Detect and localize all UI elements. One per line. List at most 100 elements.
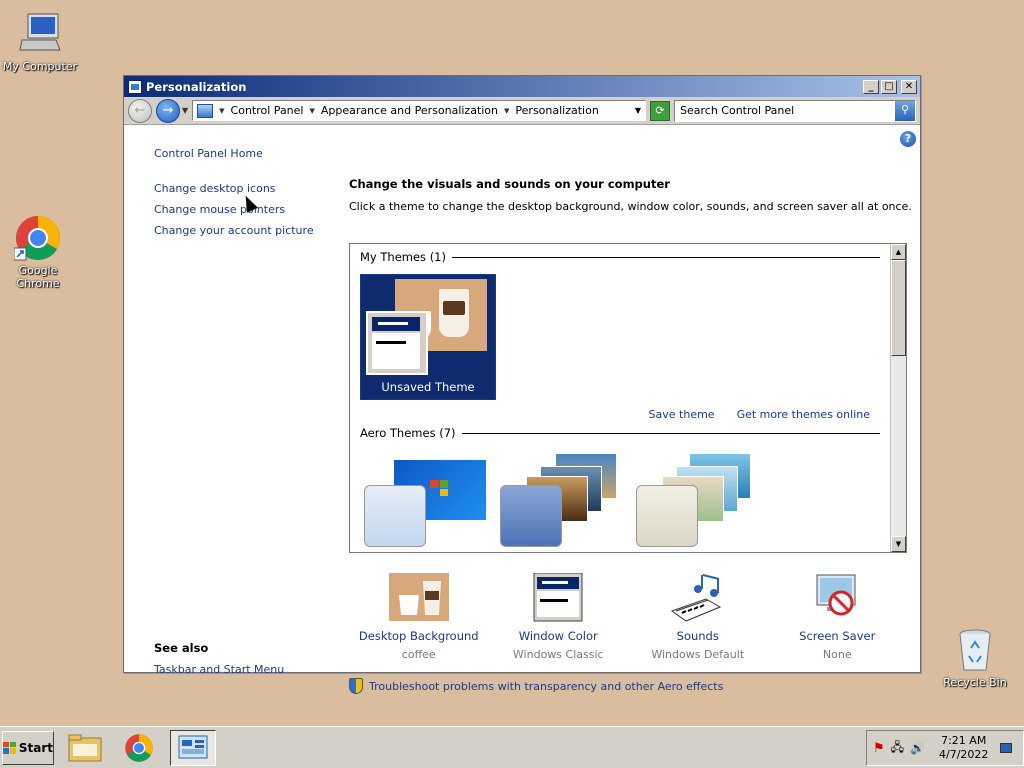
action-center-flag-icon[interactable]: ⚑ [873, 741, 885, 756]
clock-date: 4/7/2022 [939, 748, 989, 761]
control-panel-icon [197, 103, 214, 118]
help-icon[interactable]: ? [900, 131, 916, 147]
theme-settings-row: Desktop Background coffee Window Color W… [349, 572, 908, 661]
recent-pages-dropdown-icon[interactable]: ▼ [182, 106, 188, 115]
classic-window-preview [366, 311, 428, 375]
breadcrumb[interactable]: ▼ Control Panel ▼ Appearance and Persona… [192, 100, 646, 121]
get-more-themes-link[interactable]: Get more themes online [737, 408, 870, 421]
window-color-icon [528, 572, 588, 623]
aero-themes-title: Aero Themes (7) [360, 426, 456, 440]
my-themes-title: My Themes (1) [360, 250, 446, 264]
scroll-thumb[interactable] [891, 260, 906, 356]
chrome-icon [125, 733, 153, 762]
taskbar-explorer[interactable] [62, 730, 108, 766]
breadcrumb-personalization[interactable]: Personalization [515, 104, 598, 117]
search-icon: ⚲ [900, 102, 910, 116]
chrome-icon [13, 214, 62, 262]
breadcrumb-appearance[interactable]: Appearance and Personalization [321, 104, 498, 117]
window-color-slate-swatch [500, 485, 562, 547]
forward-button[interactable]: → [156, 98, 180, 123]
start-button[interactable]: Start [2, 730, 54, 765]
sounds-label: Sounds [676, 629, 719, 643]
screen-saver-setting[interactable]: Screen Saver None [768, 573, 908, 661]
unsaved-theme-label: Unsaved Theme [381, 380, 475, 394]
back-button[interactable]: ← [128, 98, 152, 123]
screen-saver-value: None [822, 648, 852, 661]
page-heading: Change the visuals and sounds on your co… [349, 177, 670, 191]
sounds-setting[interactable]: Sounds Windows Default [628, 573, 768, 661]
theme-list-scrollbar[interactable]: ▲ ▼ [890, 244, 906, 552]
scroll-down-icon[interactable]: ▼ [891, 536, 906, 552]
windows-logo-icon [3, 741, 16, 754]
desktop-background-setting[interactable]: Desktop Background coffee [349, 573, 489, 661]
change-desktop-icons-link[interactable]: Change desktop icons [154, 182, 276, 195]
desktop-icon-label: Google Chrome [16, 264, 60, 290]
window-color-value: Windows Classic [512, 648, 604, 661]
breadcrumb-separator-icon[interactable]: ▼ [219, 107, 224, 115]
desktop-background-label: Desktop Background [358, 629, 479, 643]
address-bar: ← → ▼ ▼ Control Panel ▼ Appearance and P… [124, 97, 920, 125]
screen-saver-label: Screen Saver [799, 629, 876, 643]
start-label: Start [18, 740, 53, 755]
change-account-picture-link[interactable]: Change your account picture [154, 224, 314, 237]
search-button[interactable]: ⚲ [895, 100, 915, 121]
control-panel-icon [128, 79, 142, 94]
screen-saver-icon [807, 573, 867, 623]
desktop-icon-my-computer[interactable]: My Computer [0, 10, 80, 73]
desktop-icon-label: Recycle Bin [943, 676, 1007, 689]
scroll-up-icon[interactable]: ▲ [891, 244, 906, 260]
back-arrow-icon: ← [134, 103, 146, 118]
theme-links: Save theme Get more themes online [649, 408, 870, 421]
refresh-button[interactable]: ⟳ [650, 100, 670, 121]
taskbar: Start ⚑ 🖧 🔊 7:21 AM 4/7/2022 [0, 726, 1024, 768]
aero-theme-windows7[interactable] [360, 454, 486, 549]
close-button[interactable]: ✕ [901, 79, 917, 94]
breadcrumb-separator-icon[interactable]: ▼ [309, 107, 314, 115]
desktop-icon-google-chrome[interactable]: Google Chrome [0, 214, 78, 290]
window-color-frost-swatch [636, 485, 698, 547]
window-color-setting[interactable]: Window Color Windows Classic [489, 572, 629, 661]
breadcrumb-separator-icon[interactable]: ▼ [504, 107, 509, 115]
show-desktop-icon[interactable] [1000, 743, 1013, 753]
page-description: Click a theme to change the desktop back… [349, 200, 912, 213]
desktop-icon-recycle-bin[interactable]: Recycle Bin [935, 626, 1015, 689]
network-icon[interactable]: 🖧 [891, 738, 904, 759]
window-title: Personalization [146, 79, 247, 94]
taskbar-chrome[interactable] [116, 730, 162, 766]
computer-icon [16, 10, 64, 58]
title-bar[interactable]: Personalization _ □ ✕ [124, 76, 920, 97]
save-theme-link[interactable]: Save theme [649, 408, 715, 421]
sounds-icon [668, 573, 728, 623]
window-color-label: Window Color [518, 629, 598, 643]
my-themes-group-header: My Themes (1) [360, 250, 880, 264]
desktop-background-value: coffee [401, 648, 436, 661]
taskbar-start-menu-link[interactable]: Taskbar and Start Menu [154, 663, 284, 676]
maximize-button[interactable]: □ [881, 79, 897, 94]
shield-icon [349, 678, 363, 694]
change-mouse-pointers-link[interactable]: Change mouse pointers [154, 203, 285, 216]
troubleshoot-aero-link[interactable]: Troubleshoot problems with transparency … [369, 680, 723, 693]
system-tray: ⚑ 🖧 🔊 7:21 AM 4/7/2022 [866, 730, 1024, 766]
control-panel-home-link[interactable]: Control Panel Home [154, 147, 263, 160]
address-dropdown-icon[interactable]: ▼ [635, 106, 641, 115]
aero-theme-architecture[interactable] [496, 454, 620, 549]
volume-icon[interactable]: 🔊 [910, 741, 925, 755]
aero-themes-group-header: Aero Themes (7) [360, 426, 880, 440]
clock[interactable]: 7:21 AM 4/7/2022 [939, 734, 988, 762]
search-input[interactable] [675, 104, 895, 117]
personalization-window: Personalization _ □ ✕ ← → ▼ ▼ Control Pa… [123, 75, 921, 694]
minimize-button[interactable]: _ [863, 79, 879, 94]
clock-time: 7:21 AM [941, 734, 987, 747]
folder-icon [68, 734, 102, 761]
refresh-icon: ⟳ [655, 103, 665, 117]
unsaved-theme-tile[interactable]: Unsaved Theme [360, 274, 496, 400]
forward-arrow-icon: → [162, 103, 174, 118]
taskbar-control-panel[interactable] [170, 729, 216, 766]
search-box: ⚲ [674, 99, 916, 122]
control-panel-icon [178, 735, 208, 758]
aero-theme-characters[interactable] [632, 454, 756, 549]
desktop-background-icon [388, 573, 449, 623]
theme-list: My Themes (1) Unsaved Theme Save theme G… [349, 243, 907, 553]
breadcrumb-control-panel[interactable]: Control Panel [231, 104, 304, 117]
desktop-icon-label: My Computer [2, 60, 78, 73]
